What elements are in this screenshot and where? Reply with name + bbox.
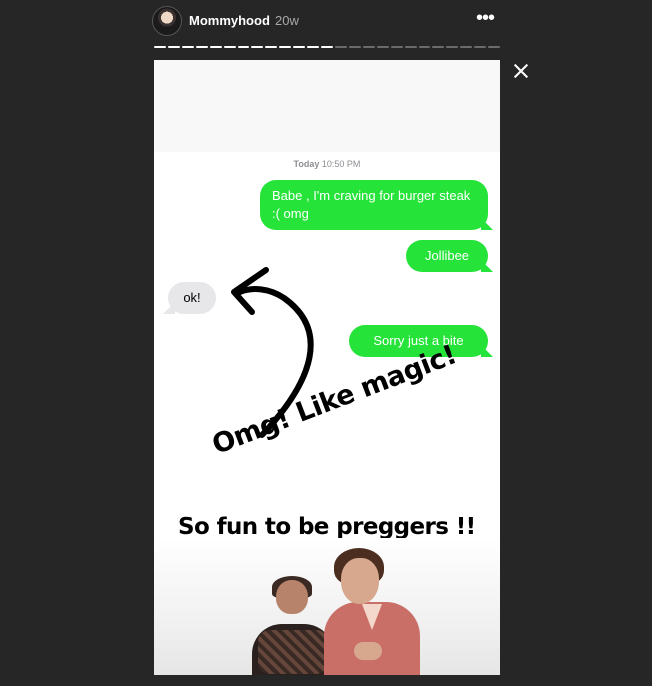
story-progress-bar <box>154 46 501 49</box>
progress-segment <box>362 46 375 48</box>
progress-segment <box>223 46 236 48</box>
person-left-head <box>276 580 308 614</box>
progress-segment <box>167 46 180 48</box>
avatar[interactable] <box>152 6 182 36</box>
person-right-hand <box>354 642 382 660</box>
timestamp-time: 10:50 PM <box>321 159 361 169</box>
person-left-tattooed-arms <box>258 630 328 674</box>
photo-of-couple <box>154 538 500 675</box>
progress-segment <box>334 46 347 48</box>
story-content[interactable]: Today 10:50 PM Babe , I'm craving for bu… <box>154 60 500 675</box>
progress-segment <box>418 46 431 48</box>
progress-segment <box>251 46 264 48</box>
progress-segment <box>279 46 292 48</box>
message-bubble-sent: Jollibee <box>406 240 488 272</box>
progress-segment <box>432 46 445 48</box>
message-timestamp: Today 10:50 PM <box>154 159 500 169</box>
post-time: 20w <box>275 13 299 28</box>
progress-segment <box>181 46 194 48</box>
progress-segment <box>237 46 250 48</box>
progress-segment <box>488 46 501 48</box>
progress-segment <box>321 46 333 48</box>
progress-segment <box>376 46 389 48</box>
message-bubble-received: ok! <box>168 282 216 314</box>
progress-segment <box>474 46 487 48</box>
progress-segment <box>348 46 361 48</box>
more-options-icon[interactable]: ••• <box>472 8 498 28</box>
progress-segment <box>460 46 473 48</box>
story-header: Mommyhood 20w ••• <box>152 6 500 36</box>
screenshot-top-band <box>154 60 500 152</box>
progress-segment <box>307 46 320 48</box>
person-right-head <box>341 558 379 604</box>
close-icon[interactable] <box>510 60 532 82</box>
progress-segment <box>209 46 222 48</box>
progress-segment <box>404 46 417 48</box>
timestamp-day: Today <box>293 159 320 169</box>
message-bubble-sent: Babe , I'm craving for burger steak :( o… <box>260 180 488 230</box>
progress-segment <box>390 46 403 48</box>
username[interactable]: Mommyhood <box>189 13 270 28</box>
progress-segment <box>195 46 208 48</box>
progress-segment <box>265 46 278 48</box>
progress-segment <box>293 46 306 48</box>
progress-segment <box>154 46 166 48</box>
caption-preggers: So fun to be preggers !! <box>178 514 476 540</box>
progress-segment <box>446 46 459 48</box>
caption-magic: Omg! Like magic! <box>208 339 461 461</box>
